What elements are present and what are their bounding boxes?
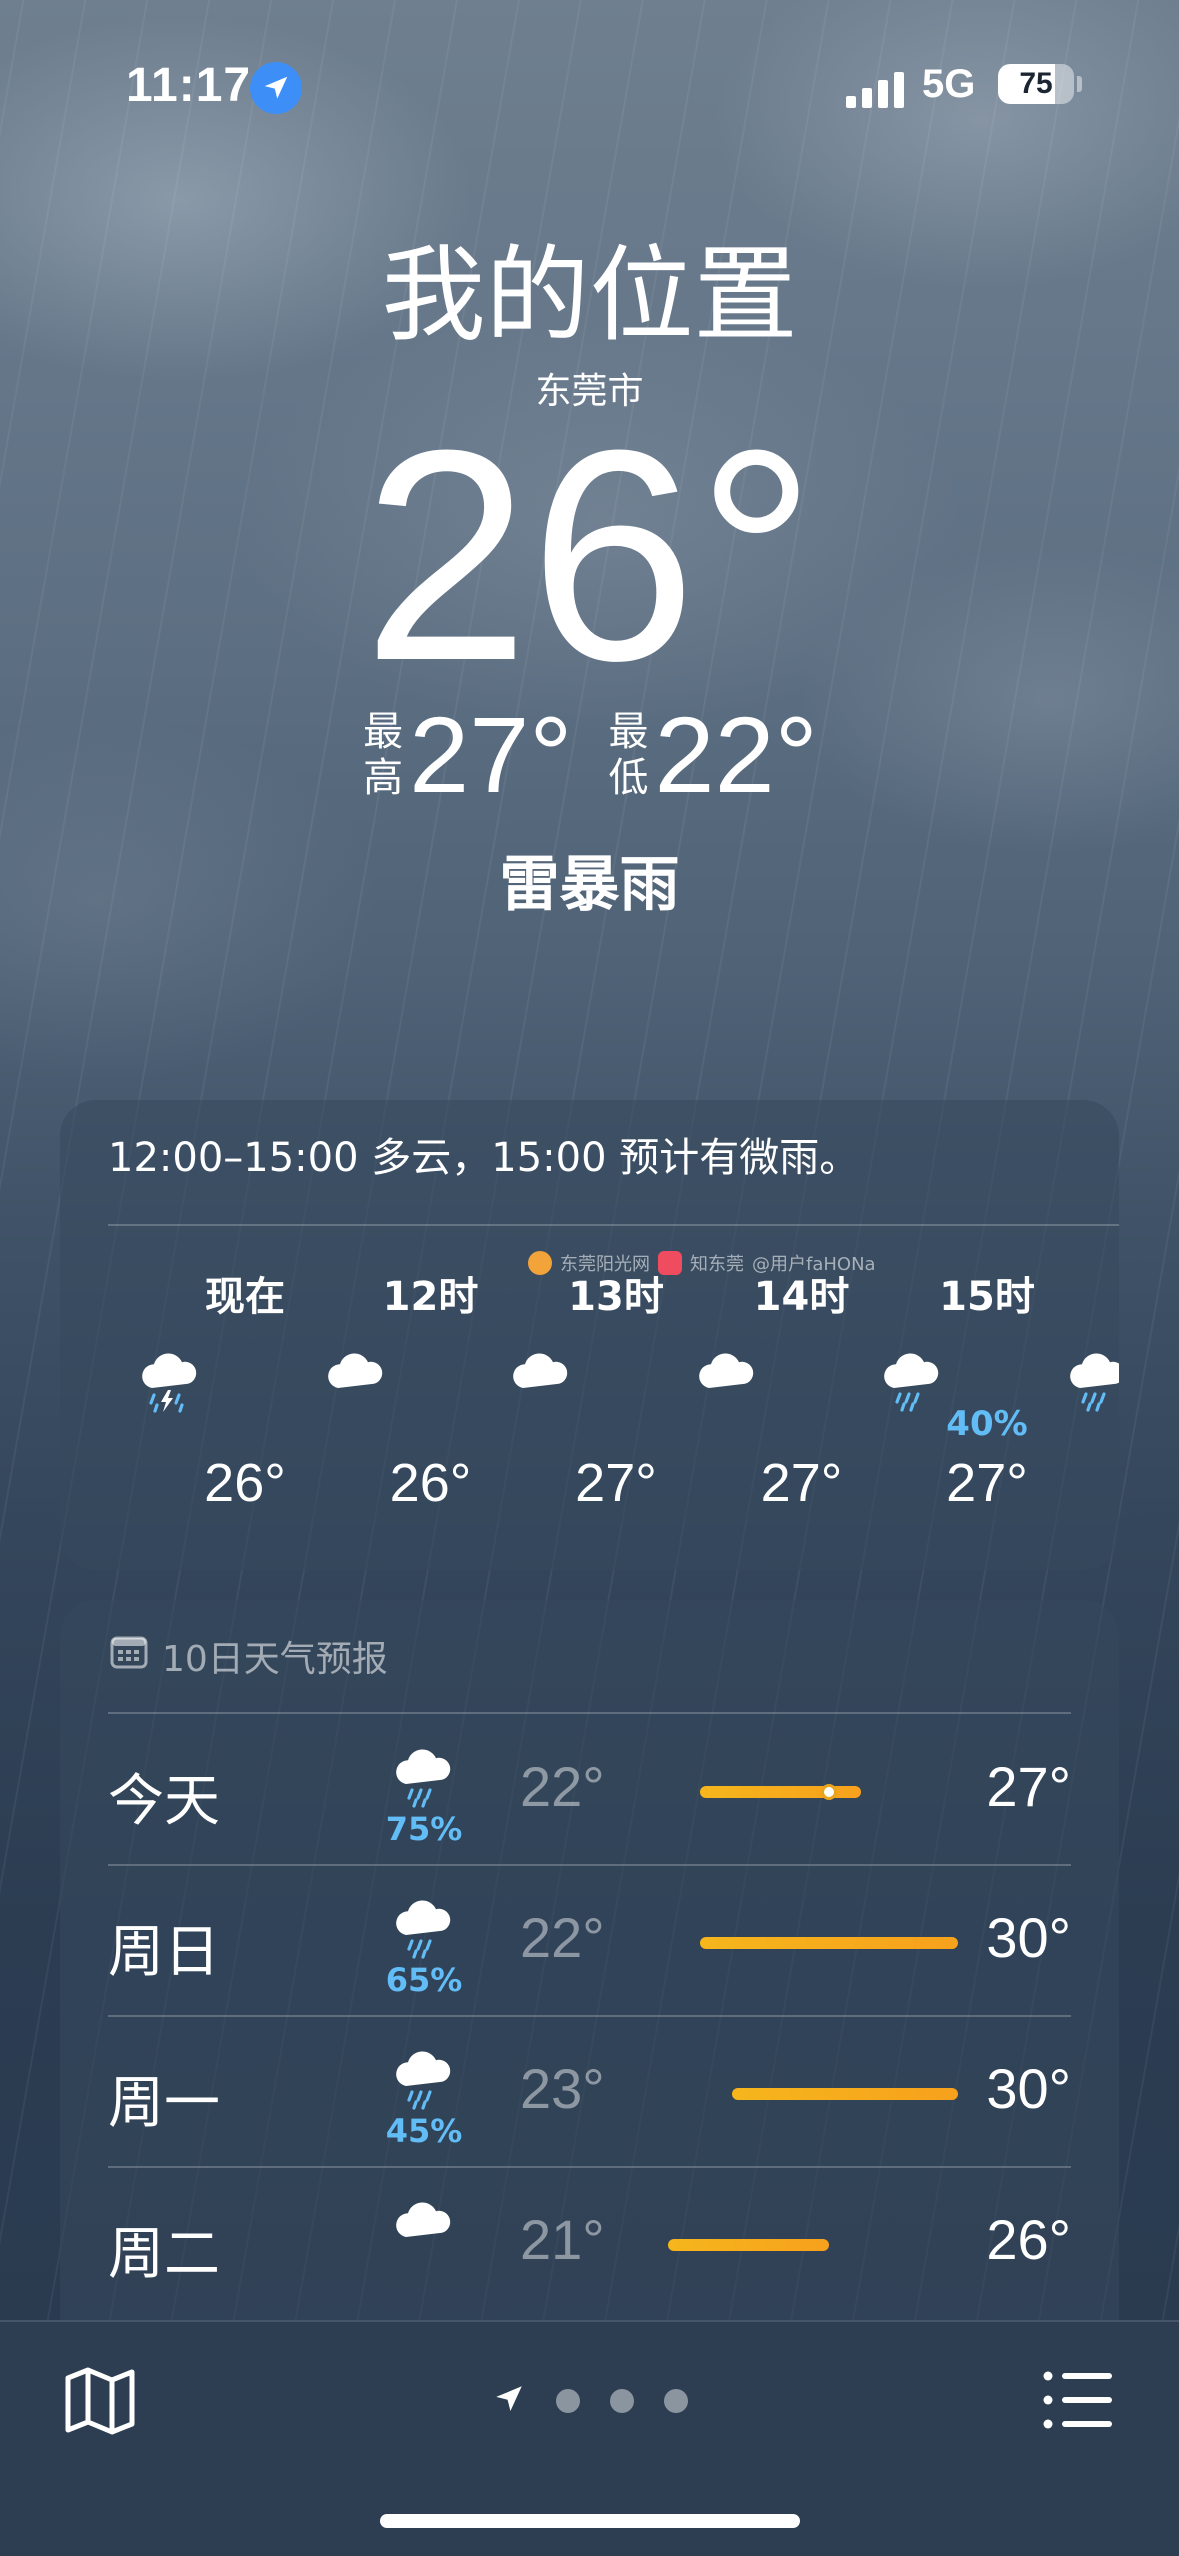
watermark-user: @用户faHONa bbox=[752, 1254, 876, 1275]
cloud-rain-icon bbox=[388, 1744, 460, 1808]
day-row[interactable]: 周一 45% 23° 30° bbox=[108, 2016, 1071, 2166]
map-icon bbox=[65, 2367, 135, 2435]
watermark-site1: 东莞阳光网 bbox=[560, 1254, 650, 1275]
low-label: 最低 bbox=[608, 709, 649, 801]
high-temp: 26° bbox=[986, 2208, 1071, 2271]
low-temp-group: 最低 22° bbox=[607, 700, 818, 810]
city-list-button[interactable] bbox=[1040, 2366, 1116, 2434]
hourly-forecast-card[interactable]: 12:00–15:00 多云，15:00 预计有微雨。 现在 26° 12时 26° 1… bbox=[60, 1100, 1119, 1570]
location-title: 我的位置 bbox=[381, 234, 798, 356]
page-dot[interactable] bbox=[556, 2389, 580, 2413]
cloud-icon bbox=[320, 1348, 392, 1420]
hourly-item: 16时 40% 26° bbox=[1023, 1252, 1120, 1552]
hourly-item: 15时 40% 27° bbox=[837, 1252, 1035, 1552]
location-services-icon bbox=[250, 62, 302, 114]
temp-range-fill bbox=[668, 2239, 830, 2251]
temp-range-fill bbox=[732, 2088, 958, 2100]
cloud-icon bbox=[388, 2197, 460, 2257]
temp-range-bar bbox=[668, 1784, 958, 1800]
home-indicator[interactable] bbox=[380, 2514, 800, 2528]
network-type: 5G bbox=[922, 62, 976, 106]
list-icon bbox=[1043, 2371, 1112, 2429]
precip-chance: 75% bbox=[385, 1810, 463, 1848]
precip-chance: 45% bbox=[385, 2112, 463, 2150]
status-time: 11:17 bbox=[126, 59, 252, 112]
watermark: 东莞阳光网 知东莞 @用户faHONa bbox=[528, 1250, 876, 1276]
high-label: 最高 bbox=[363, 709, 404, 801]
temp-range-fill bbox=[700, 1937, 958, 1949]
watermark-site2: 知东莞 bbox=[690, 1254, 744, 1275]
day-name: 周一 bbox=[108, 2071, 220, 2136]
map-button[interactable] bbox=[62, 2362, 138, 2438]
location-arrow-icon bbox=[492, 2382, 526, 2420]
low-temp: 22° bbox=[520, 1906, 605, 1969]
thunderstorm-icon bbox=[134, 1348, 206, 1420]
status-bar: 11:17 5G 75 bbox=[0, 58, 1179, 118]
hourly-item: 13时 27° bbox=[466, 1252, 664, 1552]
cloud-rain-icon bbox=[388, 2046, 460, 2110]
temp-range-bar bbox=[668, 2088, 958, 2100]
hourly-item: 14时 27° bbox=[652, 1252, 849, 1552]
zhidongguan-logo-icon bbox=[658, 1251, 682, 1275]
low-temp: 23° bbox=[520, 2057, 605, 2120]
day-name: 周日 bbox=[108, 1920, 220, 1985]
high-temp: 27° bbox=[409, 694, 573, 815]
page-indicator[interactable] bbox=[492, 2382, 688, 2420]
page-dot[interactable] bbox=[610, 2389, 634, 2413]
day-name: 周二 bbox=[108, 2222, 220, 2287]
hourly-scroll[interactable]: 现在26°12时26°13时27°14时27°15时40%27°16时40%26… bbox=[108, 1252, 1119, 1552]
weather-condition: 雷暴雨 bbox=[499, 850, 680, 920]
ten-day-forecast-card[interactable]: 10日天气预报 今天 75% 22° 27° 周日 65% 22° 30° 周一 45% 23° 30… bbox=[60, 1600, 1119, 2360]
precip-chance: 40% bbox=[1098, 1404, 1120, 1444]
precip-chance: 65% bbox=[385, 1961, 463, 1999]
high-temp-group: 最高 27° bbox=[361, 700, 572, 810]
cellular-signal-icon bbox=[846, 68, 906, 108]
temp-range-bar bbox=[668, 1937, 958, 1949]
low-temp: 22° bbox=[654, 694, 818, 815]
temp-range-bar bbox=[668, 2239, 958, 2251]
sun0769-logo-icon bbox=[528, 1251, 552, 1275]
cloud-icon bbox=[691, 1348, 763, 1420]
hourly-item: 12时 26° bbox=[281, 1252, 478, 1552]
high-temp: 30° bbox=[986, 1906, 1071, 1969]
temp-range-fill bbox=[700, 1786, 862, 1798]
cloud-rain-icon bbox=[388, 1895, 460, 1959]
ten-day-title: 10日天气预报 bbox=[162, 1639, 388, 1680]
high-low: 最高 27° 最低 22° bbox=[0, 700, 1179, 810]
day-row[interactable]: 周二 21° 26° bbox=[108, 2167, 1071, 2317]
battery-icon: 75 bbox=[998, 64, 1074, 104]
hourly-item: 现在 26° bbox=[95, 1252, 286, 1552]
day-name: 今天 bbox=[108, 1769, 220, 1834]
hour-temp: 26° bbox=[1098, 1452, 1120, 1514]
high-temp: 27° bbox=[986, 1755, 1071, 1818]
cloud-icon bbox=[505, 1348, 577, 1420]
hour-label: 16时 bbox=[1098, 1264, 1120, 1322]
battery-level: 75 bbox=[1019, 67, 1053, 100]
hourly-summary: 12:00–15:00 多云，15:00 预计有微雨。 bbox=[108, 1135, 860, 1181]
high-temp: 30° bbox=[986, 2057, 1071, 2120]
ten-day-header: 10日天气预报 bbox=[110, 1630, 388, 1682]
day-row[interactable]: 今天 75% 22° 27° bbox=[108, 1714, 1071, 1864]
low-temp: 22° bbox=[520, 1755, 605, 1818]
day-row[interactable]: 周日 65% 22° 30° bbox=[108, 1865, 1071, 2015]
divider bbox=[108, 1224, 1119, 1226]
calendar-icon bbox=[110, 1635, 148, 1678]
page-dot[interactable] bbox=[664, 2389, 688, 2413]
current-temp-marker bbox=[821, 1784, 838, 1800]
low-temp: 21° bbox=[520, 2208, 605, 2271]
current-temperature: 26° bbox=[362, 387, 817, 723]
battery-cap bbox=[1077, 76, 1082, 92]
